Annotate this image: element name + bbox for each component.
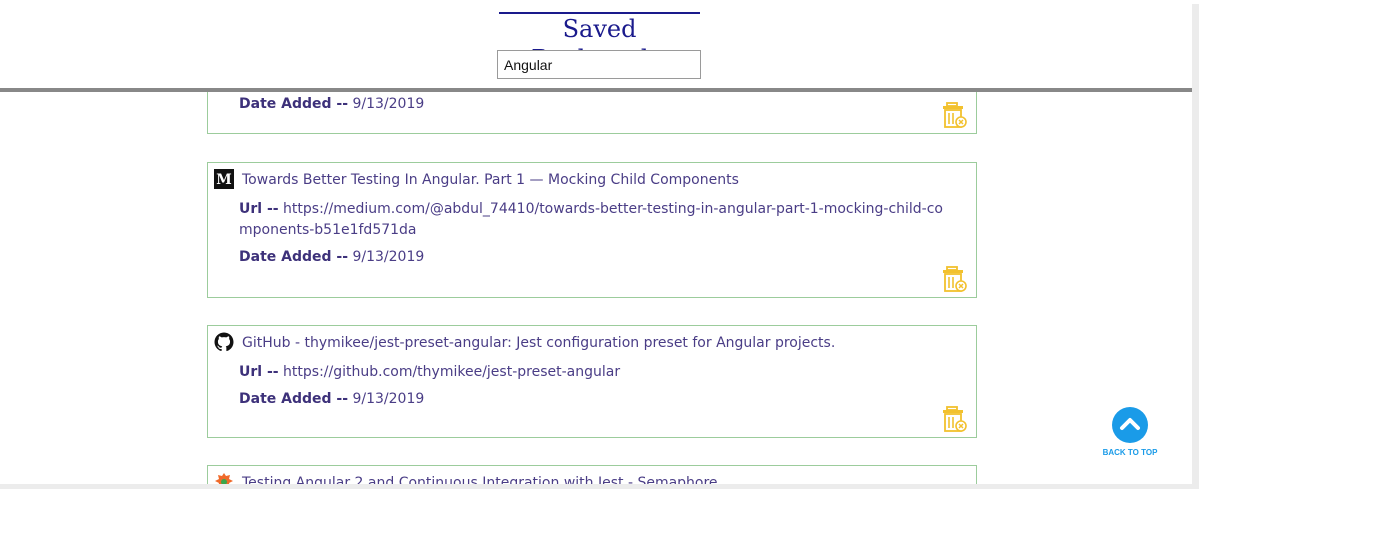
semaphore-icon	[215, 473, 233, 484]
github-icon	[214, 332, 234, 352]
date-label: Date Added --	[239, 96, 349, 112]
url-label: Url --	[239, 364, 279, 380]
date-label: Date Added --	[239, 391, 349, 407]
delete-bookmark-icon[interactable]	[942, 405, 968, 433]
bookmark-date: Date Added -- 9/13/2019	[239, 389, 949, 410]
delete-bookmark-icon[interactable]	[942, 265, 968, 293]
search-input[interactable]	[497, 50, 701, 79]
bookmark-title-link[interactable]: GitHub - thymikee/jest-preset-angular: J…	[242, 335, 835, 351]
bookmark-title-link[interactable]: Testing Angular 2 and Continuous Integra…	[242, 475, 718, 484]
date-value: 9/13/2019	[352, 391, 425, 407]
bookmarks-popup: Date Added -- 9/13/2019 M Towards Better…	[0, 4, 1192, 484]
bookmark-title-link[interactable]: Towards Better Testing In Angular. Part …	[242, 172, 739, 188]
url-label: Url --	[239, 201, 279, 217]
date-value: 9/13/2019	[352, 249, 425, 265]
bookmark-date: Date Added -- 9/13/2019	[239, 247, 949, 268]
chevron-up-icon	[1120, 418, 1140, 430]
delete-bookmark-icon[interactable]	[942, 101, 968, 129]
date-value: 9/13/2019	[352, 96, 425, 112]
url-value[interactable]: https://github.com/thymikee/jest-preset-…	[283, 364, 620, 380]
bookmark-card: GitHub - thymikee/jest-preset-angular: J…	[207, 325, 977, 438]
date-label: Date Added --	[239, 249, 349, 265]
back-to-top-label: BACK TO TOP	[1102, 448, 1158, 457]
back-to-top-button[interactable]: BACK TO TOP	[1098, 407, 1162, 463]
url-value[interactable]: https://medium.com/@abdul_74410/towards-…	[239, 201, 943, 238]
vertical-scrollbar[interactable]	[1192, 4, 1199, 489]
bookmark-card: Testing Angular 2 and Continuous Integra…	[207, 465, 977, 484]
popup-header: Saved Bookmarks	[0, 4, 1192, 92]
bookmark-url: Url -- https://github.com/thymikee/jest-…	[239, 362, 949, 383]
bookmark-card: M Towards Better Testing In Angular. Par…	[207, 162, 977, 298]
bookmark-url: Url -- https://medium.com/@abdul_74410/t…	[239, 199, 949, 241]
bookmark-date: Date Added -- 9/13/2019	[239, 94, 949, 115]
back-to-top-circle[interactable]	[1112, 407, 1148, 443]
popup-bottom-edge	[0, 484, 1199, 489]
svg-text:M: M	[216, 172, 232, 188]
medium-icon: M	[214, 169, 234, 189]
